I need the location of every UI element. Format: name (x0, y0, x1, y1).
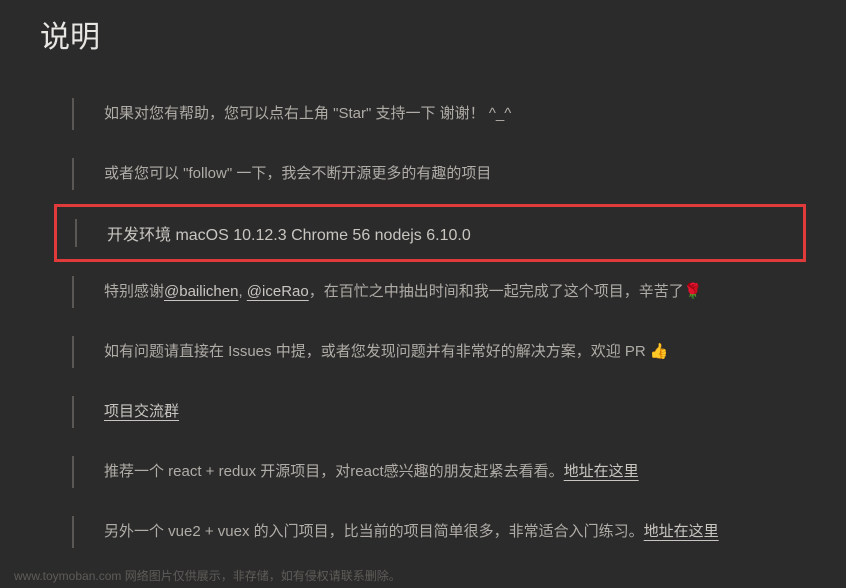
contributor-link-icerao[interactable]: @iceRao (247, 283, 309, 300)
list-item: 推荐一个 react + redux 开源项目，对react感兴趣的朋友赶紧去看… (72, 442, 806, 502)
dev-env-text: 开发环境 macOS 10.12.3 Chrome 56 nodejs 6.10… (107, 227, 471, 244)
vue-project-link[interactable]: 地址在这里 (644, 523, 719, 540)
highlighted-item: 开发环境 macOS 10.12.3 Chrome 56 nodejs 6.10… (54, 204, 806, 262)
contributor-link-bailichen[interactable]: @bailichen (164, 283, 238, 300)
project-group-link[interactable]: 项目交流群 (104, 403, 179, 420)
thanks-suffix: ，在百忙之中抽出时间和我一起完成了这个项目，辛苦了 (309, 283, 684, 300)
list-item: 或者您可以 "follow" 一下，我会不断开源更多的有趣的项目 (72, 144, 806, 204)
react-project-text: 推荐一个 react + redux 开源项目，对react感兴趣的朋友赶紧去看… (104, 463, 564, 480)
list-item: 项目交流群 (72, 382, 806, 442)
help-star-text: 如果对您有帮助，您可以点右上角 "Star" 支持一下 谢谢！ ^_^ (104, 105, 511, 122)
list-item: 另外一个 vue2 + vuex 的入门项目，比当前的项目简单很多，非常适合入门… (72, 502, 806, 562)
list-item: 特别感谢@bailichen, @iceRao，在百忙之中抽出时间和我一起完成了… (72, 262, 806, 322)
description-list: 如果对您有帮助，您可以点右上角 "Star" 支持一下 谢谢！ ^_^ 或者您可… (40, 84, 806, 562)
rose-icon: 🌹 (684, 283, 703, 300)
thanks-mid: , (238, 283, 246, 300)
list-item: 如果对您有帮助，您可以点右上角 "Star" 支持一下 谢谢！ ^_^ (72, 84, 806, 144)
react-project-link[interactable]: 地址在这里 (564, 463, 639, 480)
follow-text: 或者您可以 "follow" 一下，我会不断开源更多的有趣的项目 (104, 165, 491, 182)
list-item: 如有问题请直接在 Issues 中提，或者您发现问题并有非常好的解决方案，欢迎 … (72, 322, 806, 382)
vue-project-text: 另外一个 vue2 + vuex 的入门项目，比当前的项目简单很多，非常适合入门… (104, 523, 644, 540)
page-title: 说明 (40, 12, 806, 56)
thumbs-up-icon: 👍 (650, 343, 669, 360)
watermark-footer: www.toymoban.com 网络图片仅供展示，非存储，如有侵权请联系删除。 (14, 567, 401, 584)
thanks-prefix: 特别感谢 (104, 283, 164, 300)
issues-text: 如有问题请直接在 Issues 中提，或者您发现问题并有非常好的解决方案，欢迎 … (104, 343, 650, 360)
